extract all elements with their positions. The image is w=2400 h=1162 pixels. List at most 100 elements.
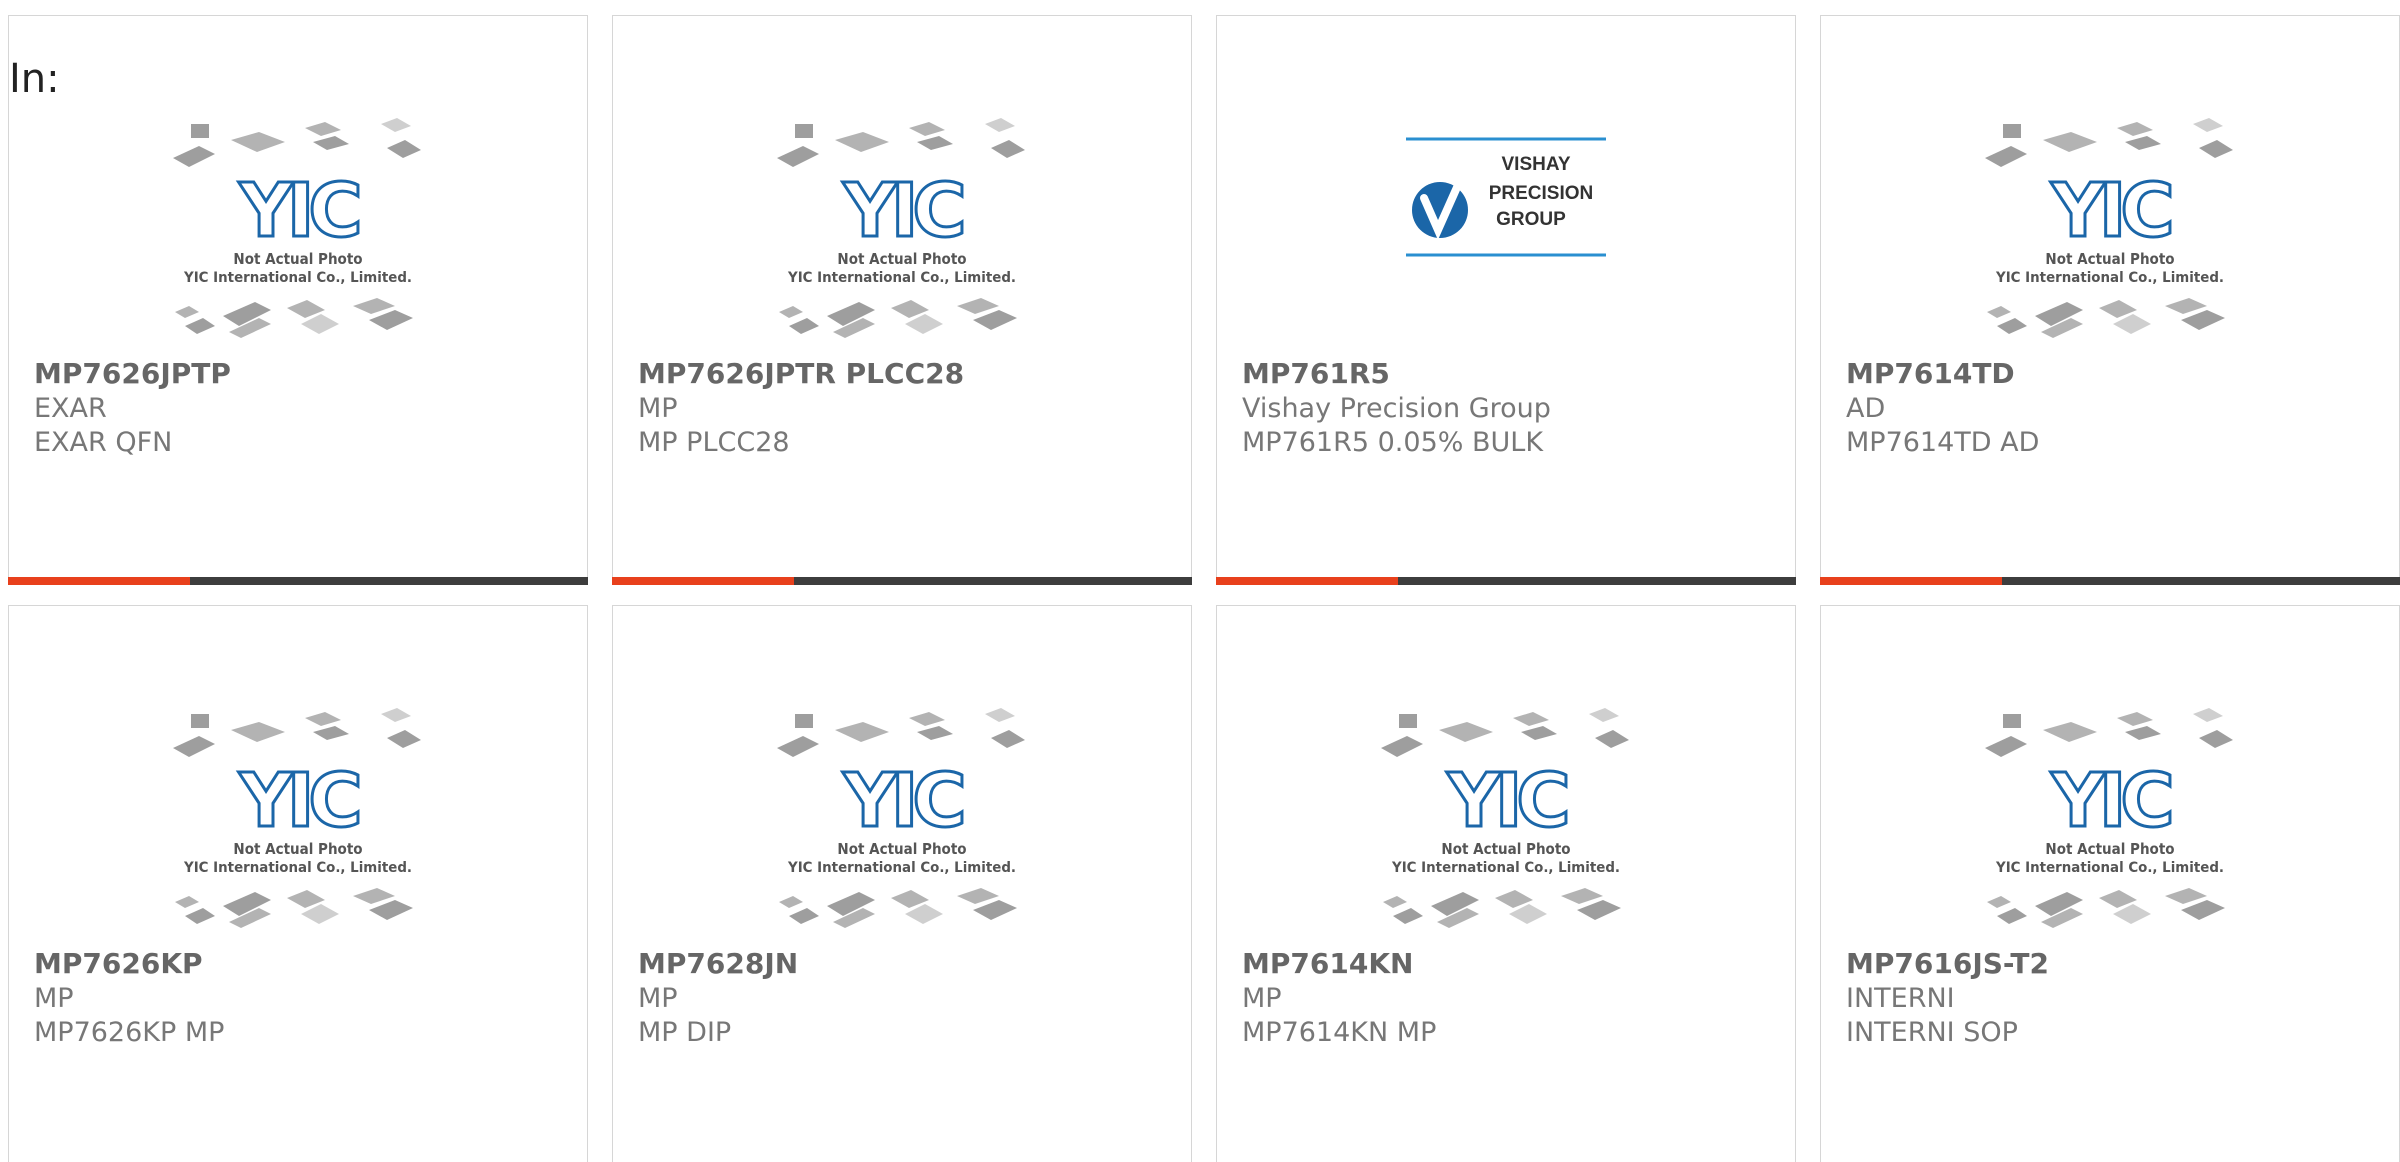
manufacturer: MP — [638, 983, 678, 1014]
chip-shape — [387, 140, 421, 158]
card-footer-bar — [1216, 577, 1796, 585]
description: MP DIP — [638, 1017, 732, 1048]
manufacturer: MP — [34, 983, 74, 1014]
chip-shape — [1997, 318, 2027, 334]
product-card[interactable]: YIC Not Actual Photo YIC International Co.… — [612, 15, 1192, 585]
chip-shape — [2125, 726, 2161, 740]
chip-shape — [2193, 708, 2223, 722]
chip-shape — [369, 310, 413, 330]
chip-shape — [231, 722, 285, 742]
yic-logo: YIC — [2050, 168, 2170, 254]
not-actual-photo-text: Not Actual Photo — [1441, 840, 1570, 858]
chip-shape — [2181, 310, 2225, 330]
chip-shape — [991, 140, 1025, 158]
chip-shape — [185, 908, 215, 924]
not-actual-photo-text: Not Actual Photo — [2045, 250, 2174, 268]
chip-shape — [909, 122, 945, 136]
product-image: YIC Not Actual Photo YIC International Co.… — [1217, 694, 1795, 946]
company-name-text: YIC International Co., Limited. — [183, 860, 412, 876]
manufacturer: INTERNI — [1846, 983, 1955, 1014]
part-number[interactable]: MP7614TD — [1846, 356, 2379, 392]
product-card[interactable]: In: YIC Not Actual Photo YIC International… — [8, 15, 588, 585]
description: INTERNI SOP — [1846, 1017, 2018, 1048]
chip-shape — [909, 712, 945, 726]
product-card[interactable]: YIC Not Actual Photo YIC International Co.… — [1820, 15, 2400, 585]
chip-shape — [917, 726, 953, 740]
chip-shape — [985, 708, 1015, 722]
vishay-logo-text: PRECISION — [1489, 183, 1594, 204]
yic-logo: YIC — [238, 168, 358, 254]
chip-shape — [231, 132, 285, 152]
vishay-logo: VISHAY PRECISION GROUP — [1406, 137, 1606, 257]
not-actual-photo-text: Not Actual Photo — [2045, 840, 2174, 858]
part-number[interactable]: MP761R5 — [1242, 356, 1775, 392]
description: MP7626KP MP — [34, 1017, 225, 1048]
manufacturer: EXAR — [34, 393, 107, 424]
description: MP761R5 0.05% BULK — [1242, 427, 1544, 458]
chip-shape — [353, 888, 395, 904]
product-card[interactable]: YIC Not Actual Photo YIC International Co.… — [612, 605, 1192, 1162]
chip-shape — [353, 298, 395, 314]
yic-logo: YIC — [238, 758, 358, 844]
chip-shape — [973, 900, 1017, 920]
chip-shape — [2043, 132, 2097, 152]
part-number[interactable]: MP7626KP — [34, 946, 567, 982]
chip-shape — [313, 726, 349, 740]
product-card[interactable]: YIC Not Actual Photo YIC International Co.… — [1820, 605, 2400, 1162]
yic-logo: YIC — [842, 758, 962, 844]
company-name-text: YIC International Co., Limited. — [787, 270, 1016, 286]
product-card[interactable]: YIC Not Actual Photo YIC International Co.… — [1216, 605, 1796, 1162]
not-actual-photo-image: YICNot Actual Photo YIC International Co.… — [173, 118, 421, 338]
chip-shape — [973, 310, 1017, 330]
chip-shape — [2199, 140, 2233, 158]
company-name-text: YIC International Co., Limited. — [787, 860, 1016, 876]
chip-shape — [1577, 900, 1621, 920]
part-number[interactable]: MP7626JPTP — [34, 356, 567, 392]
chip-shape — [1987, 896, 2011, 908]
chip-shape — [1521, 726, 1557, 740]
manufacturer: MP — [638, 393, 678, 424]
chip-shape — [2193, 118, 2223, 132]
product-image: YIC Not Actual Photo YIC International Co.… — [1821, 104, 2399, 356]
part-number[interactable]: MP7614KN — [1242, 946, 1775, 982]
chip-shape — [1513, 712, 1549, 726]
company-name-text: YIC International Co., Limited. — [1995, 860, 2224, 876]
in-label: In: — [9, 56, 60, 102]
chip-shape — [779, 896, 803, 908]
part-number[interactable]: MP7628JN — [638, 946, 1171, 982]
chip-shape — [387, 730, 421, 748]
chip-shape — [2165, 888, 2207, 904]
product-image: YIC Not Actual Photo YIC International Co.… — [9, 104, 587, 356]
product-card[interactable]: VISHAY PRECISION GROUP MP761R5 Vishay Pr… — [1216, 15, 1796, 585]
not-actual-photo-text: Not Actual Photo — [233, 250, 362, 268]
chip-shape — [173, 146, 215, 167]
chip-shape — [1589, 708, 1619, 722]
chip-shape — [1595, 730, 1629, 748]
description: EXAR QFN — [34, 427, 173, 458]
manufacturer: AD — [1846, 393, 1886, 424]
not-actual-photo-text: Not Actual Photo — [837, 840, 966, 858]
card-accent-bar — [1216, 577, 1398, 585]
chip-shape — [381, 118, 411, 132]
chip-shape — [2043, 722, 2097, 742]
yic-logo: YIC — [2050, 758, 2170, 844]
chip-shape — [789, 318, 819, 334]
product-image: YIC Not Actual Photo YIC International Co.… — [613, 694, 1191, 946]
chip-shape — [795, 714, 813, 728]
not-actual-photo-image: YICNot Actual Photo YIC International Co.… — [777, 118, 1025, 338]
chip-shape — [381, 708, 411, 722]
not-actual-photo-image: YICNot Actual Photo YIC International Co.… — [777, 708, 1025, 928]
chip-shape — [313, 136, 349, 150]
part-number[interactable]: MP7626JPTR PLCC28 — [638, 356, 1171, 392]
chip-shape — [917, 136, 953, 150]
part-number[interactable]: MP7616JS-T2 — [1846, 946, 2379, 982]
chip-shape — [2165, 298, 2207, 314]
chip-shape — [1985, 146, 2027, 167]
product-image: YIC Not Actual Photo YIC International Co.… — [1821, 694, 2399, 946]
product-image: VISHAY PRECISION GROUP — [1217, 136, 1795, 258]
company-name-text: YIC International Co., Limited. — [1391, 860, 1620, 876]
chip-shape — [305, 712, 341, 726]
product-card[interactable]: YIC Not Actual Photo YIC International Co.… — [8, 605, 588, 1162]
chip-shape — [1399, 714, 1417, 728]
yic-logo: YIC — [1446, 758, 1566, 844]
